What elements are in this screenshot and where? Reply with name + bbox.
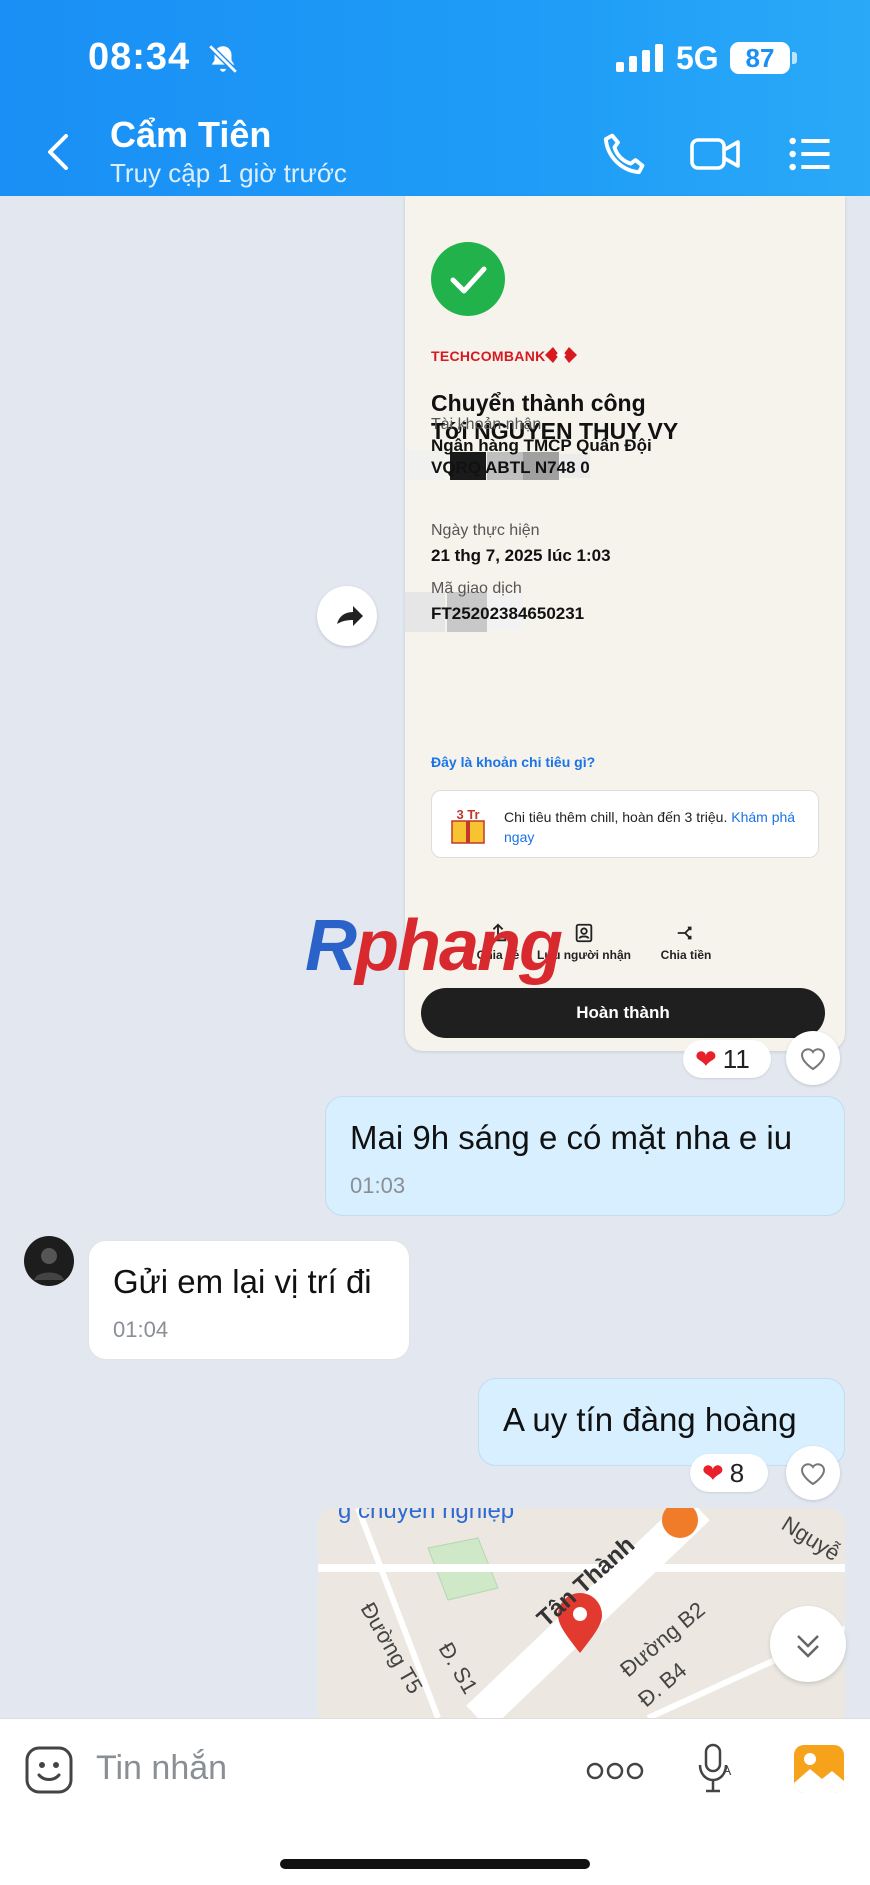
voice-to-text-mic-icon[interactable]: A [694, 1741, 734, 1797]
reaction-count: 11 [722, 1044, 750, 1074]
reaction-badge[interactable]: ❤ 11 [683, 1040, 771, 1078]
message-text: A uy tín đàng hoàng [503, 1401, 797, 1438]
more-options-icon[interactable] [585, 1761, 645, 1781]
photo-gallery-icon[interactable] [792, 1743, 846, 1795]
video-call-icon[interactable] [688, 128, 744, 180]
heart-icon: ❤ [702, 1458, 724, 1488]
network-label: 5G [676, 40, 719, 76]
contact-name[interactable]: Cẩm Tiên [110, 114, 271, 156]
txn-value: FT25202384650231 [431, 604, 585, 623]
menu-list-icon[interactable] [784, 128, 836, 180]
forward-arrow-icon [337, 606, 363, 626]
watermark-rest: phang [355, 906, 563, 986]
bell-muted-icon [208, 44, 238, 74]
techcombank-logo-icon [545, 347, 577, 363]
heart-icon: ❤ [695, 1044, 717, 1074]
date-value: 21 thg 7, 2025 lúc 1:03 [431, 546, 611, 565]
battery-tip [792, 52, 797, 64]
message-text: Gửi em lại vị trí đi [113, 1263, 372, 1300]
svg-text:A: A [722, 1762, 732, 1778]
promo-banner: 3 Tr Chi tiêu thêm chill, hoàn đến 3 tri… [431, 790, 819, 858]
promo-text: Chi tiêu thêm chill, hoàn đến 3 triệu. K… [504, 807, 804, 847]
map-label: g chuyên nghiệp [338, 1508, 514, 1524]
contact-avatar[interactable] [24, 1236, 74, 1286]
date-label: Ngày thực hiện [431, 522, 540, 539]
message-bubble-received[interactable]: Gửi em lại vị trí đi 01:04 [88, 1240, 410, 1360]
promo-badge-text: 3 Tr [456, 807, 479, 822]
message-time: 01:03 [350, 1173, 406, 1198]
reaction-count: 8 [729, 1458, 745, 1488]
map-canvas: g chuyên nghiệp Nguyễ Tân Thành Đường B2… [318, 1508, 845, 1718]
heart-outline-icon [800, 1048, 826, 1071]
forward-button[interactable] [317, 586, 377, 646]
receipt-title: Chuyển thành công [431, 390, 646, 416]
contact-status: Truy cập 1 giờ trước [110, 158, 347, 188]
double-chevron-down-icon [797, 1635, 819, 1658]
gift-icon: 3 Tr [446, 803, 490, 847]
message-composer: Tin nhắn A [0, 1718, 870, 1885]
battery-indicator: 87 [730, 42, 790, 74]
message-input[interactable]: Tin nhắn [96, 1749, 227, 1788]
watermark: Rphang [305, 905, 563, 987]
txn-label: Mã giao dịch [431, 580, 522, 597]
split-bill-action: Chia tiền [631, 922, 741, 962]
home-indicator [280, 1859, 590, 1869]
split-bill-label: Chia tiền [660, 948, 712, 962]
phone-call-icon[interactable] [598, 128, 650, 180]
account-label: Tài khoản nhận [431, 416, 542, 433]
location-map[interactable]: g chuyên nghiệp Nguyễ Tân Thành Đường B2… [318, 1508, 845, 1718]
like-button[interactable] [786, 1446, 840, 1500]
message-time: 01:04 [113, 1317, 169, 1342]
account-number: VQRQ ABTL N748 0 [431, 458, 590, 477]
account-bank: Ngân hàng TMCP Quân Đội [431, 436, 652, 455]
bank-name: TECHCOMBANK [431, 348, 546, 364]
contact-card-icon [575, 923, 593, 943]
message-text: Mai 9h sáng e có mặt nha e iu [350, 1119, 793, 1156]
promo-message: Chi tiêu thêm chill, hoàn đến 3 triệu. [504, 809, 728, 825]
signal-icon [616, 44, 663, 72]
done-button: Hoàn thành [421, 988, 825, 1038]
like-button[interactable] [786, 1031, 840, 1085]
watermark-initial: R [305, 906, 357, 986]
back-chevron-icon[interactable] [40, 130, 76, 174]
status-time: 08:34 [88, 36, 191, 78]
spend-category-link: Đây là khoản chi tiêu gì? [431, 754, 596, 770]
scroll-to-bottom-button[interactable] [770, 1606, 846, 1682]
sticker-emoji-icon[interactable] [24, 1745, 74, 1795]
reaction-badge[interactable]: ❤ 8 [690, 1454, 768, 1492]
success-check-icon [431, 242, 505, 316]
message-bubble-sent[interactable]: Mai 9h sáng e có mặt nha e iu 01:03 [325, 1096, 845, 1216]
heart-outline-icon [800, 1463, 826, 1486]
split-icon [677, 926, 692, 940]
chat-header: 08:34 5G 87 Cẩm Tiên Truy cập 1 giờ trướ… [0, 0, 870, 196]
